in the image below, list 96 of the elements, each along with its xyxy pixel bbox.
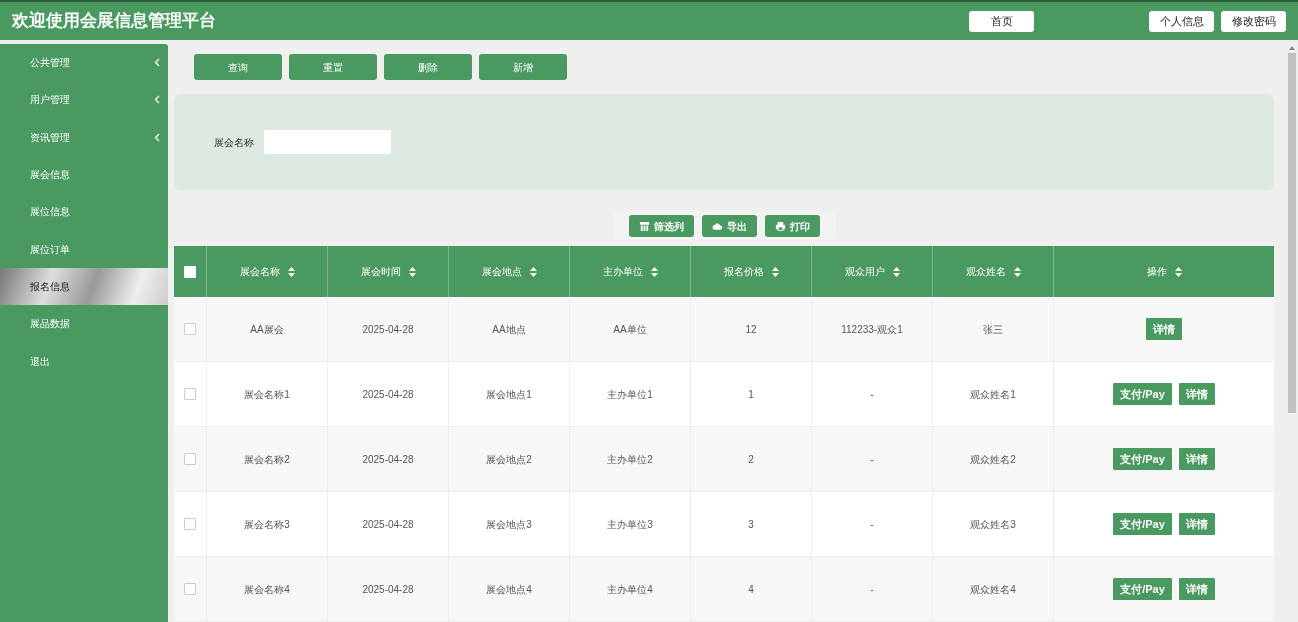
- sidebar-item[interactable]: 展品数据: [0, 305, 168, 343]
- sort-icon[interactable]: [529, 266, 537, 277]
- cloud-icon: [711, 221, 723, 231]
- table-cell-text: 1: [748, 387, 754, 402]
- table-cell-text: 展会地点1: [486, 387, 532, 402]
- row-action-button[interactable]: 详情: [1178, 383, 1215, 405]
- sidebar-item[interactable]: 公共管理: [0, 44, 168, 82]
- table-cell-text: AA展会: [250, 322, 284, 337]
- table-cell-text: AA单位: [613, 322, 647, 337]
- column-header[interactable]: 观众用户: [844, 264, 885, 279]
- column-header[interactable]: 展会时间: [360, 264, 401, 279]
- table-cell-text: 观众姓名3: [970, 517, 1016, 532]
- sort-icon[interactable]: [1174, 266, 1182, 277]
- table-cell-text: -: [870, 452, 874, 467]
- chevron-left-icon: [154, 58, 160, 68]
- column-header[interactable]: 观众姓名: [965, 264, 1006, 279]
- table-cell-text: 展会地点2: [486, 452, 532, 467]
- sidebar-item[interactable]: 资讯管理: [0, 118, 168, 156]
- column-header[interactable]: 展会地点: [481, 264, 522, 279]
- sort-icon[interactable]: [650, 266, 658, 277]
- scrollbar-thumb[interactable]: [1288, 53, 1296, 413]
- table-cell-text: 展会名称2: [244, 452, 290, 467]
- select-all-checkbox[interactable]: [184, 265, 196, 278]
- table-cell-text: 观众姓名4: [970, 582, 1016, 597]
- table-cell-text: 张三: [983, 322, 1003, 337]
- sidebar-item[interactable]: 报名信息: [0, 267, 168, 306]
- table-cell-text: 主办单位4: [607, 582, 653, 597]
- sidebar-item[interactable]: 用户管理: [0, 81, 168, 119]
- columns-icon: [638, 220, 650, 232]
- table-tool-button[interactable]: 导出: [701, 215, 757, 237]
- search-field[interactable]: [264, 130, 391, 154]
- sort-icon[interactable]: [287, 266, 295, 277]
- table-cell-text: -: [870, 387, 874, 402]
- row-action-button[interactable]: 详情: [1146, 318, 1182, 340]
- sort-icon[interactable]: [892, 266, 900, 277]
- sidebar-item[interactable]: 展会信息: [0, 155, 168, 194]
- table-cell-text: 2025-04-28: [362, 387, 414, 402]
- table-cell-text: 2025-04-28: [362, 582, 414, 597]
- header-button[interactable]: 个人信息: [1149, 10, 1214, 32]
- table-cell-text: 12: [745, 322, 757, 337]
- sort-icon[interactable]: [1013, 266, 1021, 277]
- table-cell-text: 2025-04-28: [362, 452, 414, 467]
- row-action-button[interactable]: 支付/Pay: [1113, 578, 1172, 600]
- table-cell-text: AA地点: [492, 322, 526, 337]
- sort-icon[interactable]: [408, 266, 416, 277]
- header-button[interactable]: 修改密码: [1221, 10, 1286, 32]
- table-tool-button[interactable]: 筛选列: [628, 215, 694, 237]
- table-cell-text: 2: [748, 452, 754, 467]
- row-action-button[interactable]: 详情: [1178, 578, 1215, 600]
- table-tool-button[interactable]: 打印: [764, 215, 820, 237]
- table-cell-text: 展会名称1: [244, 387, 290, 402]
- row-checkbox[interactable]: [184, 583, 196, 595]
- row-action-button[interactable]: 支付/Pay: [1113, 448, 1172, 470]
- table-cell-text: 主办单位1: [607, 387, 653, 402]
- table-cell-text: 展会地点3: [486, 517, 532, 532]
- row-action-button[interactable]: 详情: [1178, 448, 1215, 470]
- row-checkbox[interactable]: [184, 518, 196, 530]
- table-cell-text: 主办单位2: [607, 452, 653, 467]
- toolbar-button[interactable]: 新增: [479, 54, 567, 80]
- column-header[interactable]: 主办单位: [602, 264, 643, 279]
- row-checkbox[interactable]: [184, 388, 196, 400]
- table-cell-text: 展会地点4: [486, 582, 532, 597]
- table-cell-text: -: [870, 582, 874, 597]
- toolbar-button[interactable]: 删除: [384, 54, 472, 80]
- row-checkbox[interactable]: [184, 323, 196, 335]
- sidebar-item[interactable]: 展位订单: [0, 230, 168, 268]
- home-button[interactable]: 首页: [969, 10, 1034, 32]
- app-title: 欢迎使用会展信息管理平台: [12, 10, 217, 33]
- printer-icon: [774, 220, 786, 232]
- table-cell-text: 主办单位3: [607, 517, 653, 532]
- toolbar-button[interactable]: 重置: [289, 54, 377, 80]
- table-cell-text: 3: [748, 517, 754, 532]
- row-action-button[interactable]: 详情: [1178, 513, 1215, 535]
- row-action-button[interactable]: 支付/Pay: [1113, 513, 1172, 535]
- table-cell-text: 展会名称4: [244, 582, 290, 597]
- column-header[interactable]: 展会名称: [239, 264, 280, 279]
- chevron-left-icon: [154, 95, 160, 105]
- column-header[interactable]: 报名价格: [723, 264, 764, 279]
- chevron-left-icon: [154, 132, 160, 142]
- row-checkbox[interactable]: [184, 453, 196, 465]
- table-cell-text: 112233-观众1: [841, 322, 903, 337]
- table-cell-text: 观众姓名2: [970, 452, 1016, 467]
- row-action-button[interactable]: 支付/Pay: [1113, 383, 1172, 405]
- scroll-up-icon[interactable]: [1289, 46, 1295, 50]
- search-label: 展会名称: [214, 135, 254, 150]
- table-cell-text: 观众姓名1: [970, 387, 1016, 402]
- table-cell-text: 4: [748, 582, 754, 597]
- table-cell-text: 2025-04-28: [362, 517, 414, 532]
- table-cell-text: 展会名称3: [244, 517, 290, 532]
- table-cell-text: 2025-04-28: [362, 322, 414, 337]
- table-cell-text: -: [870, 517, 874, 532]
- toolbar-button[interactable]: 查询: [194, 54, 282, 80]
- sort-icon[interactable]: [771, 266, 779, 277]
- sidebar-item[interactable]: 展位信息: [0, 193, 168, 231]
- column-header[interactable]: 操作: [1146, 264, 1167, 279]
- sidebar-item[interactable]: 退出: [0, 342, 168, 380]
